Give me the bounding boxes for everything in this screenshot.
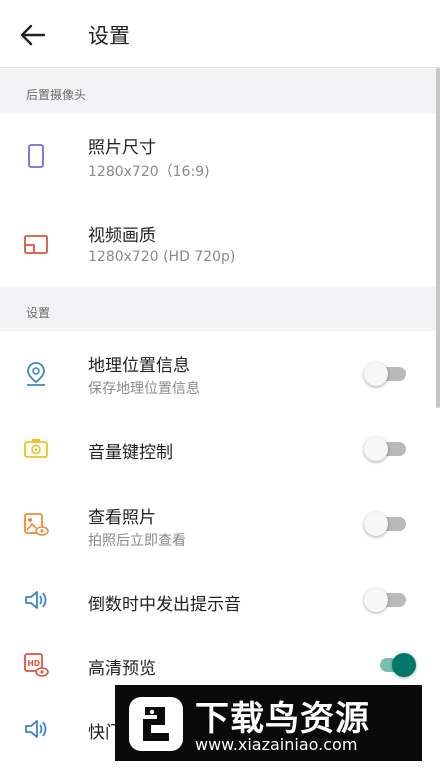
setting-description: 拍照后立即查看 — [88, 533, 186, 549]
setting-countdown-sound[interactable]: 倒数时中发出提示音 — [0, 567, 440, 633]
page-title: 设置 — [88, 24, 130, 48]
volume-key-icon — [22, 435, 50, 463]
watermark-title: 下载鸟资源 — [195, 699, 370, 739]
volume-key-toggle[interactable] — [364, 436, 408, 462]
setting-label: 照片尺寸 — [88, 138, 156, 158]
speaker-icon — [22, 715, 50, 743]
bird-logo-icon — [127, 695, 185, 753]
section-header-label: 后置摄像头 — [26, 88, 87, 102]
hd-preview-icon: HD — [22, 651, 50, 679]
watermark-url: www.xiazainiao.com — [195, 735, 358, 754]
setting-label: 高清预览 — [88, 659, 156, 679]
setting-label: 倒数时中发出提示音 — [88, 595, 241, 615]
scrollbar[interactable] — [436, 68, 440, 408]
section-header-settings: 设置 — [0, 287, 440, 331]
location-pin-icon — [22, 360, 50, 388]
setting-label: 视频画质 — [88, 226, 156, 246]
view-photo-icon — [22, 510, 50, 538]
setting-video-quality[interactable]: 视频画质 1280x720 (HD 720p) — [0, 201, 440, 287]
countdown-sound-toggle[interactable] — [364, 587, 408, 613]
video-quality-icon — [22, 230, 50, 258]
section-header-label: 设置 — [26, 306, 51, 320]
view-photo-toggle[interactable] — [364, 511, 408, 537]
speaker-icon — [22, 586, 50, 614]
section-header-rear-camera: 后置摄像头 — [0, 69, 440, 113]
setting-photo-size[interactable]: 照片尺寸 1280x720（16:9) — [0, 113, 440, 201]
geo-location-toggle[interactable] — [364, 361, 408, 387]
photo-size-icon — [22, 142, 50, 170]
setting-view-photo[interactable]: 查看照片 拍照后立即查看 — [0, 481, 440, 567]
setting-label: 音量键控制 — [88, 443, 173, 463]
setting-volume-key[interactable]: 音量键控制 — [0, 417, 440, 481]
setting-label: 地理位置信息 — [88, 356, 190, 376]
setting-value: 1280x720 (HD 720p) — [88, 249, 236, 265]
app-bar: 设置 — [0, 0, 440, 68]
arrow-left-icon[interactable] — [18, 20, 48, 50]
svg-text:HD: HD — [28, 659, 41, 668]
setting-value: 1280x720（16:9) — [88, 164, 210, 180]
watermark-banner: 下载鸟资源 www.xiazainiao.com — [115, 685, 422, 761]
setting-description: 保存地理位置信息 — [88, 381, 200, 397]
setting-geo-location[interactable]: 地理位置信息 保存地理位置信息 — [0, 331, 440, 417]
setting-label: 查看照片 — [88, 508, 156, 528]
hd-preview-toggle[interactable] — [374, 652, 418, 678]
